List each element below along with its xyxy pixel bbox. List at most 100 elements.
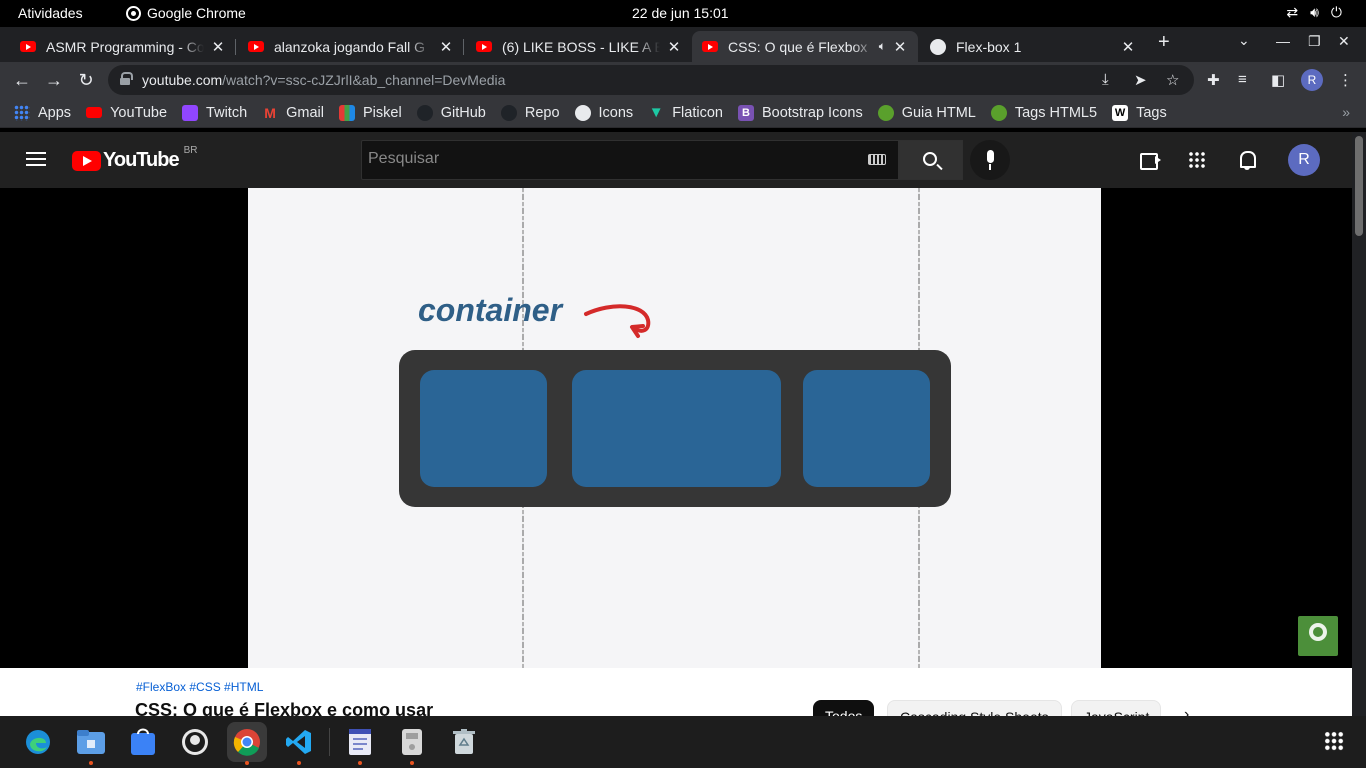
- bookmark-label: Gmail: [286, 104, 325, 121]
- clock[interactable]: 22 de jun 15:01: [632, 5, 729, 21]
- dock-edge[interactable]: [18, 722, 58, 762]
- tab-asmr-programming[interactable]: ASMR Programming - Co ✕: [10, 31, 236, 62]
- bookmark-guia-html[interactable]: Guia HTML: [877, 104, 976, 121]
- vscode-icon: [286, 730, 311, 754]
- chevron-right-icon[interactable]: ›: [1184, 706, 1189, 716]
- chip-cascading-style-sheets[interactable]: Cascading Style Sheets: [887, 700, 1062, 716]
- bookmarks-overflow-icon[interactable]: »: [1342, 104, 1350, 120]
- close-icon[interactable]: ✕: [892, 38, 908, 56]
- tab-divider: [235, 39, 236, 55]
- close-icon[interactable]: ✕: [210, 38, 226, 56]
- tab-flex-box-1[interactable]: Flex-box 1 ✕: [920, 31, 1146, 62]
- github-icon: [182, 729, 208, 755]
- container-label: container: [418, 292, 563, 328]
- video-frame[interactable]: container: [248, 188, 1101, 668]
- bookmark-youtube[interactable]: YouTube: [86, 105, 167, 121]
- side-panel-icon[interactable]: ◧: [1271, 71, 1285, 89]
- back-icon[interactable]: ←: [10, 68, 34, 92]
- system-tray[interactable]: ⇄ 🔊︎ ⏻: [1286, 4, 1342, 21]
- audio-playing-icon[interactable]: 🔈︎: [879, 39, 886, 54]
- create-video-icon[interactable]: [1138, 148, 1162, 172]
- bookmark-label: GitHub: [440, 104, 486, 121]
- video-hashtags[interactable]: #FlexBox #CSS #HTML: [136, 680, 263, 694]
- bookmark-piskel[interactable]: Piskel: [339, 104, 402, 121]
- dock-files[interactable]: [71, 722, 111, 765]
- apps-grid-icon[interactable]: [1188, 151, 1206, 169]
- dock-github-desktop[interactable]: [175, 722, 215, 762]
- search-box[interactable]: [361, 140, 899, 180]
- send-icon[interactable]: ➤: [1134, 71, 1147, 89]
- bookmark-apps[interactable]: Apps: [14, 104, 71, 121]
- youtube-icon: [86, 107, 103, 118]
- bookmark-flaticon[interactable]: ▼ Flaticon: [648, 104, 723, 121]
- new-tab-button[interactable]: +: [1158, 31, 1170, 54]
- app-menu[interactable]: Google Chrome: [126, 5, 246, 21]
- dock-chrome[interactable]: [227, 722, 267, 765]
- bookmark-github[interactable]: GitHub: [416, 104, 486, 121]
- close-window-icon[interactable]: ✕: [1338, 33, 1350, 50]
- running-indicator: [89, 761, 93, 765]
- microphone-icon[interactable]: [970, 140, 1010, 180]
- hamburger-menu-icon[interactable]: [26, 152, 46, 166]
- reload-icon[interactable]: ↻: [74, 68, 98, 92]
- dock-vscode[interactable]: [279, 722, 319, 765]
- tab-alanzoka[interactable]: alanzoka jogando Fall G ✕: [238, 31, 464, 62]
- account-avatar[interactable]: R: [1288, 144, 1320, 176]
- bookmark-tags-html5[interactable]: Tags HTML5: [990, 104, 1097, 121]
- youtube-logo[interactable]: YouTube BR: [72, 145, 197, 172]
- tab-divider: [463, 39, 464, 55]
- system-top-bar: Atividades Google Chrome 22 de jun 15:01…: [0, 0, 1366, 27]
- notifications-bell-icon[interactable]: [1237, 148, 1261, 172]
- tab-like-boss[interactable]: (6) LIKE BOSS - LIKE A BO ✕: [466, 31, 692, 62]
- scrollbar-thumb[interactable]: [1355, 136, 1363, 236]
- bookmark-icons[interactable]: Icons: [574, 104, 633, 121]
- bookmark-label: Tags: [1136, 104, 1167, 121]
- dock-trash[interactable]: [444, 722, 484, 762]
- close-icon[interactable]: ✕: [666, 38, 682, 56]
- address-bar[interactable]: youtube.com/watch?v=ssc-cJZJrlI&ab_chann…: [108, 65, 1194, 95]
- close-icon[interactable]: ✕: [438, 38, 454, 56]
- minimize-icon[interactable]: —: [1276, 33, 1290, 49]
- tab-search-chevron-icon[interactable]: ⌄: [1238, 32, 1250, 49]
- dock-device[interactable]: [392, 722, 432, 765]
- w-icon: W: [1112, 104, 1129, 121]
- dock-software-store[interactable]: [123, 722, 163, 762]
- flex-item-1: [420, 370, 547, 487]
- bootstrap-icon: B: [737, 104, 754, 121]
- lock-icon[interactable]: [120, 72, 133, 85]
- bookmark-bootstrap-icons[interactable]: B Bootstrap Icons: [737, 104, 863, 121]
- bookmark-repo[interactable]: Repo: [500, 104, 560, 121]
- profile-avatar[interactable]: R: [1301, 69, 1323, 91]
- bookmark-tags[interactable]: W Tags: [1112, 104, 1167, 121]
- media-control-icon[interactable]: ≡: [1238, 71, 1247, 88]
- forward-icon[interactable]: →: [42, 68, 66, 92]
- channel-watermark-icon[interactable]: [1298, 616, 1338, 656]
- install-icon[interactable]: ⤓: [1102, 71, 1109, 88]
- show-applications-grid-icon[interactable]: [1324, 731, 1344, 751]
- more-menu-icon[interactable]: ⋮: [1338, 71, 1353, 89]
- chip-javascript[interactable]: JavaScript: [1071, 700, 1161, 716]
- close-icon[interactable]: ✕: [1120, 38, 1136, 56]
- restore-icon[interactable]: ❐: [1308, 33, 1321, 50]
- power-icon: ⏻: [1330, 4, 1342, 20]
- globe-icon: [930, 38, 946, 55]
- bookmark-label: Bootstrap Icons: [761, 104, 863, 121]
- chip-todos[interactable]: Todos: [813, 700, 875, 716]
- video-player[interactable]: container: [0, 188, 1352, 668]
- search-input[interactable]: [368, 150, 848, 168]
- search-button[interactable]: [899, 140, 963, 180]
- flex-item-3: [803, 370, 930, 487]
- activities-button[interactable]: Atividades: [18, 5, 83, 21]
- extensions-icon[interactable]: ✚: [1207, 71, 1220, 89]
- tab-css-flexbox[interactable]: CSS: O que é Flexbox 🔈︎ ✕: [692, 31, 918, 62]
- dock-text-editor[interactable]: [340, 722, 380, 765]
- bookmark-star-icon[interactable]: ☆: [1166, 71, 1179, 89]
- keyboard-icon[interactable]: [868, 154, 886, 165]
- bookmark-twitch[interactable]: Twitch: [182, 104, 247, 121]
- url-text[interactable]: youtube.com/watch?v=ssc-cJZJrlI&ab_chann…: [142, 72, 505, 88]
- page-scrollbar[interactable]: [1352, 132, 1366, 716]
- bookmark-gmail[interactable]: M Gmail: [262, 105, 324, 121]
- bookmark-label: Guia HTML: [901, 104, 976, 121]
- bookmark-label: YouTube: [110, 104, 168, 121]
- running-indicator: [245, 761, 249, 765]
